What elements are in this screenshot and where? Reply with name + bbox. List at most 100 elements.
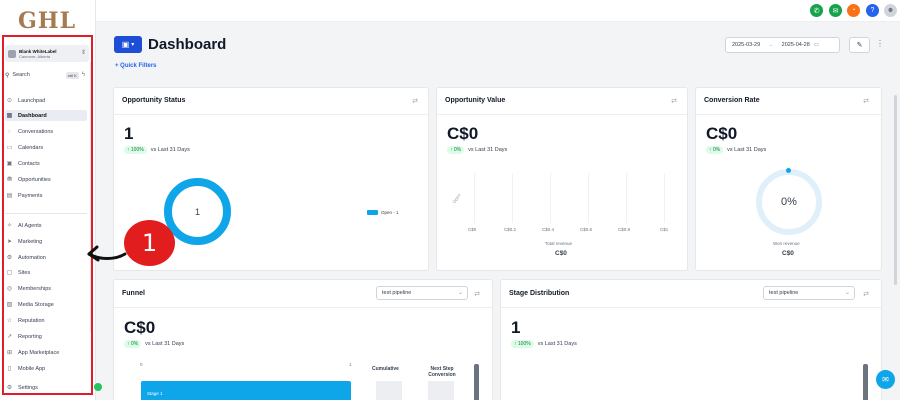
chevron-updown-icon: ⇕ (80, 50, 86, 56)
trend-text: vs Last 31 Days (150, 147, 190, 153)
media-icon: ▨ (6, 302, 13, 308)
sidebar-item-marketing[interactable]: ➤ Marketing (5, 236, 87, 247)
trend-row: ↑ 0% vs Last 31 Days (706, 146, 766, 154)
trend-row: ↑ 100% vs Last 31 Days (124, 146, 190, 154)
sidebar-item-sites[interactable]: ▢ Sites (5, 267, 87, 278)
sidebar-item-app-marketplace[interactable]: ⊞ App Marketplace (5, 347, 87, 358)
contacts-icon: ▣ (6, 161, 13, 167)
funnel-stage-label: Stage 1 (147, 391, 163, 396)
sidebar-item-calendars[interactable]: ▭ Calendars (5, 142, 87, 153)
sidebar-item-dashboard[interactable]: ▦ Dashboard (5, 110, 87, 121)
sidebar-item-label: Opportunities (18, 176, 51, 183)
bell-icon[interactable]: ◔ (847, 4, 860, 17)
layout-icon: ▣ (121, 40, 130, 49)
card-divider (114, 307, 492, 308)
card-value: C$0 (706, 124, 738, 143)
won-revenue-value: C$0 (782, 250, 794, 257)
cumulative-cell (376, 381, 402, 400)
date-from: 2025-03-29 (732, 42, 761, 48)
sidebar-item-memberships[interactable]: ◎ Memberships (5, 283, 87, 294)
sidebar-item-label: Reporting (18, 333, 42, 340)
sidebar-item-label: Launchpad (18, 97, 46, 104)
card-title: Opportunity Value (445, 97, 506, 104)
x-tick-label: C$1 (660, 227, 669, 232)
phone-icon[interactable]: ✆ (810, 4, 823, 17)
sidebar-item-contacts[interactable]: ▣ Contacts (5, 158, 87, 169)
swap-icon[interactable]: ⇄ (863, 290, 869, 298)
chat-support-icon[interactable]: ✉ (876, 370, 895, 389)
sidebar-item-conversations[interactable]: ◌ Conversations (5, 126, 87, 137)
megaphone-icon[interactable]: ✉ (829, 4, 842, 17)
grid-line (588, 173, 589, 223)
chevron-down-icon: ⌄ (844, 290, 850, 296)
pipeline-select[interactable]: test pipeline ⌄ (376, 286, 468, 300)
sidebar-item-reputation[interactable]: ☆ Reputation (5, 315, 87, 326)
opportunities-icon: ⛃ (6, 177, 13, 183)
funnel-scrollbar[interactable] (474, 364, 479, 400)
next-step-header: Next Step Conversion (428, 366, 456, 378)
account-location: Canmore, Alberta (19, 53, 51, 59)
calendar-icon: ▭ (813, 42, 819, 48)
sidebar-item-label: Settings (18, 384, 38, 391)
pencil-icon: ✎ (856, 42, 863, 49)
conversion-rate-card: Conversion Rate ⇄ C$0 ↑ 0% vs Last 31 Day… (695, 87, 882, 271)
date-to: 2025-04-28 (781, 42, 810, 48)
trend-text: vs Last 31 Days (727, 147, 767, 153)
page-scrollbar[interactable] (894, 95, 897, 285)
sidebar-item-mobile-app[interactable]: ▯ Mobile App (5, 363, 87, 374)
pipeline-select[interactable]: test pipeline ⌄ (763, 286, 855, 300)
callout-number: 1 (124, 220, 175, 266)
total-revenue-label: Total revenue (545, 241, 573, 246)
sidebar-item-launchpad[interactable]: ⊙ Launchpad (5, 95, 87, 106)
sidebar-item-payments[interactable]: ▤ Payments (5, 190, 87, 201)
swap-icon[interactable]: ⇄ (863, 97, 869, 105)
stage-scrollbar[interactable] (863, 364, 868, 400)
sidebar-item-label: Memberships (18, 285, 52, 292)
card-title: Conversion Rate (704, 97, 760, 104)
trend-text: vs Last 31 Days (537, 341, 577, 347)
sidebar-item-label: Media Storage (18, 301, 54, 308)
stage-distribution-card: Stage Distribution test pipeline ⌄ ⇄ 1 ↑ … (500, 279, 882, 400)
account-switcher[interactable]: Blank WhiteLabel Canmore, Alberta ⇕ (5, 45, 89, 62)
trend-badge: ↑ 100% (511, 340, 534, 348)
legend-label: Open - 1 (381, 210, 399, 215)
swap-icon[interactable]: ⇄ (671, 97, 677, 105)
swap-icon[interactable]: ⇄ (474, 290, 480, 298)
edit-dashboard-button[interactable]: ✎ (849, 37, 870, 53)
swap-icon[interactable]: ⇄ (412, 97, 418, 105)
search-shortcut: ctrl K (65, 71, 79, 79)
gauge-value: 0% (781, 196, 797, 208)
funnel-bar[interactable]: Stage 1 (141, 381, 351, 400)
sidebar-item-label: Calendars (18, 144, 44, 151)
sidebar-item-opportunities[interactable]: ⛃ Opportunities (5, 174, 87, 185)
opportunity-value-card: Opportunity Value ⇄ C$0 ↑ 0% vs Last 31 D… (436, 87, 688, 271)
quick-filters-link[interactable]: + Quick Filters (115, 63, 157, 69)
x-tick-label: C$0.8 (618, 227, 631, 232)
funnel-axis-max: 1 (349, 362, 352, 367)
sidebar-item-ai-agents[interactable]: ✧ AI Agents (5, 220, 87, 231)
sidebar-item-label: Marketing (18, 238, 43, 245)
lightning-icon[interactable]: ϟ (82, 72, 85, 78)
help-icon[interactable]: ? (866, 4, 879, 17)
sidebar-scrollbar[interactable] (90, 62, 93, 332)
more-options-icon[interactable]: ⋮ (876, 39, 884, 48)
trend-text: vs Last 31 Days (468, 147, 508, 153)
payments-icon: ▤ (6, 193, 13, 199)
date-range-picker[interactable]: 2025-03-29 → 2025-04-28 ▭ (725, 37, 840, 53)
sidebar-item-media-storage[interactable]: ▨ Media Storage (5, 299, 87, 310)
account-avatar (8, 49, 16, 58)
trend-badge: ↑ 100% (124, 146, 147, 154)
chat-icon: ◌ (7, 128, 12, 135)
sidebar-item-settings[interactable]: ⚙ Settings (5, 382, 87, 393)
pipeline-value: test pipeline (769, 290, 799, 296)
trend-badge: ↑ 0% (706, 146, 724, 154)
card-value: C$0 (124, 318, 156, 337)
card-value: 1 (124, 124, 134, 143)
sidebar-item-automation[interactable]: ⚙ Automation (5, 252, 87, 263)
view-switch-button[interactable]: ▣ ▾ (114, 36, 142, 53)
avatar-icon[interactable]: ☻ (884, 4, 897, 17)
reporting-icon: ↗ (6, 334, 13, 340)
grid-line (550, 173, 551, 223)
sidebar-search[interactable]: ⚲ Search ctrl K ϟ (5, 70, 85, 80)
sidebar-item-reporting[interactable]: ↗ Reporting (5, 331, 87, 342)
